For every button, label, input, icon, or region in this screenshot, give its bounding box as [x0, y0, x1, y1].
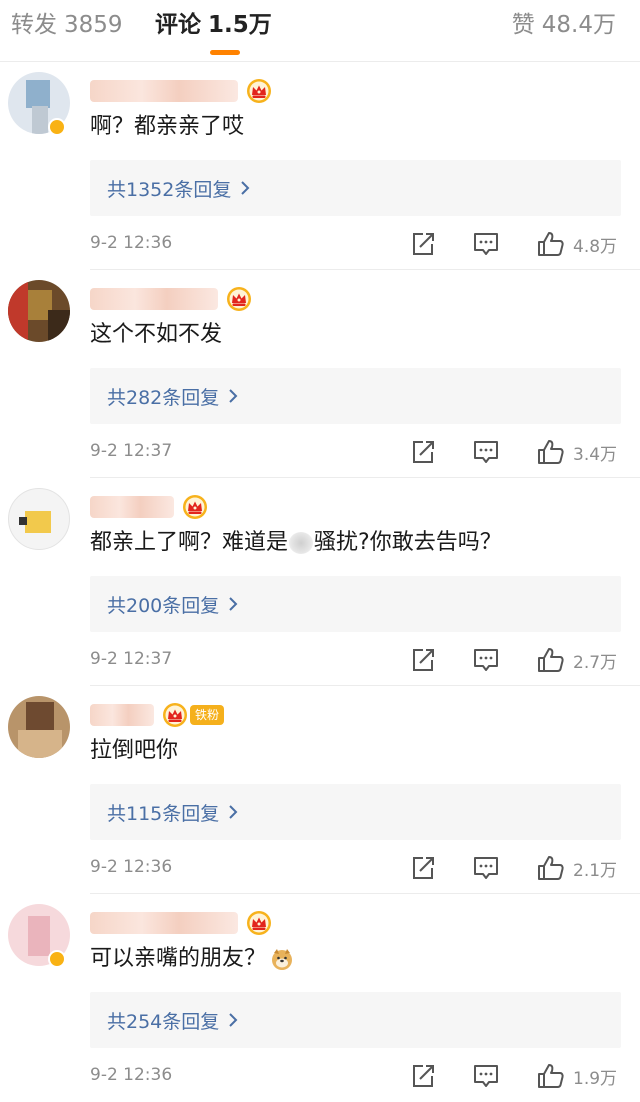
username-blurred	[90, 496, 174, 518]
replies-link[interactable]: 共115条回复	[90, 784, 621, 840]
verified-badge-icon	[48, 118, 66, 136]
like-count: 1.9万	[573, 1068, 618, 1089]
avatar[interactable]	[8, 488, 70, 550]
replies-link[interactable]: 共282条回复	[90, 368, 621, 424]
username-row[interactable]	[90, 908, 272, 938]
replies-count: 共200条回复	[107, 594, 220, 617]
replies-count: 共1352条回复	[107, 178, 232, 201]
like-count: 2.1万	[573, 860, 618, 881]
username-row[interactable]	[90, 492, 208, 522]
like-count: 3.4万	[573, 444, 618, 465]
replies-link[interactable]: 共254条回复	[90, 992, 621, 1048]
username-blurred	[90, 288, 218, 310]
crown-icon	[246, 910, 272, 936]
repost-icon[interactable]	[410, 1062, 436, 1090]
like-icon	[537, 855, 565, 881]
comment-text: 啊？都亲亲了哎	[90, 114, 245, 139]
comment-meta: 9-2 12:37 3.4万	[90, 438, 621, 468]
crown-icon	[226, 286, 252, 312]
comment-meta: 9-2 12:37 2.7万	[90, 646, 621, 676]
username-row[interactable]	[90, 284, 252, 314]
repost-icon[interactable]	[410, 854, 436, 882]
comment-text: 都亲上了啊？难道是 骚扰?你敢去告吗？	[90, 527, 502, 559]
tab-comment-count: 1.5万	[208, 12, 272, 38]
timestamp: 9-2 12:36	[90, 1065, 173, 1085]
fan-badge: 铁粉	[190, 705, 225, 725]
like-icon	[537, 439, 565, 465]
comment-tab-bar: 转发 3859 评论 1.5万 赞 48.4万	[0, 0, 640, 62]
repost-icon[interactable]	[410, 646, 436, 674]
chevron-right-icon	[239, 180, 251, 196]
comment-text-part-2: 骚扰?你敢去告吗？	[314, 530, 502, 555]
like-button[interactable]: 2.1万	[537, 854, 617, 882]
like-count: 2.7万	[573, 652, 618, 673]
tab-comment[interactable]: 评论 1.5万	[155, 10, 272, 40]
username-row[interactable]	[90, 76, 272, 106]
replies-link[interactable]: 共200条回复	[90, 576, 621, 632]
reply-icon[interactable]	[473, 646, 499, 674]
timestamp: 9-2 12:36	[90, 233, 173, 253]
replies-count: 共115条回复	[107, 802, 220, 825]
crown-icon	[182, 494, 208, 520]
reply-icon[interactable]	[473, 854, 499, 882]
like-icon	[537, 231, 565, 257]
timestamp: 9-2 12:36	[90, 857, 173, 877]
replies-count: 共254条回复	[107, 1010, 220, 1033]
reply-icon[interactable]	[473, 438, 499, 466]
comment-item: 都亲上了啊？难道是 骚扰?你敢去告吗？ 共200条回复 9-2 12:37 2.7…	[0, 478, 640, 686]
repost-icon[interactable]	[410, 438, 436, 466]
replies-count: 共282条回复	[107, 386, 220, 409]
like-icon	[537, 647, 565, 673]
comment-text: 可以亲嘴的朋友？	[90, 943, 294, 975]
tab-comment-label: 评论	[155, 12, 201, 38]
comment-meta: 9-2 12:36 4.8万	[90, 230, 621, 260]
comment-item: 可以亲嘴的朋友？ 共254条回复 9-2 12:36 1.9万	[0, 894, 640, 1102]
like-count: 4.8万	[573, 236, 618, 257]
doge-emoji-icon	[272, 949, 293, 970]
reply-icon[interactable]	[473, 1062, 499, 1090]
comment-meta: 9-2 12:36 1.9万	[90, 1062, 621, 1092]
comment-text-part-1: 都亲上了啊？难道是	[90, 530, 289, 555]
tab-like[interactable]: 赞 48.4万	[512, 10, 616, 40]
comment-meta: 9-2 12:36 2.1万	[90, 854, 621, 884]
comment-text: 拉倒吧你	[90, 738, 179, 763]
avatar[interactable]	[8, 696, 70, 758]
tab-like-label: 赞	[511, 12, 535, 38]
username-blurred	[90, 912, 238, 934]
like-button[interactable]: 1.9万	[537, 1062, 617, 1090]
timestamp: 9-2 12:37	[90, 441, 173, 461]
comment-text: 这个不如不发	[90, 322, 223, 347]
username-blurred	[90, 80, 238, 102]
censored-mark	[289, 532, 314, 554]
tab-like-count: 48.4万	[541, 12, 616, 38]
crown-icon	[162, 702, 188, 728]
chevron-right-icon	[227, 596, 239, 612]
like-button[interactable]: 3.4万	[537, 438, 617, 466]
repost-icon[interactable]	[410, 230, 436, 258]
comment-item: 这个不如不发 共282条回复 9-2 12:37 3.4万	[0, 270, 640, 478]
comment-item: 啊？都亲亲了哎 共1352条回复 9-2 12:36 4.8万	[0, 62, 640, 270]
active-tab-indicator	[210, 50, 240, 55]
verified-badge-icon	[48, 950, 66, 968]
replies-link[interactable]: 共1352条回复	[90, 160, 621, 216]
tab-repost-count: 3859	[64, 12, 123, 38]
like-button[interactable]: 4.8万	[537, 230, 617, 258]
crown-icon	[246, 78, 272, 104]
comment-text-main: 可以亲嘴的朋友？	[90, 946, 267, 971]
like-button[interactable]: 2.7万	[537, 646, 617, 674]
reply-icon[interactable]	[473, 230, 499, 258]
tab-repost-label: 转发	[11, 12, 57, 38]
chevron-right-icon	[227, 804, 239, 820]
chevron-right-icon	[227, 1012, 239, 1028]
comment-item: 铁粉 拉倒吧你 共115条回复 9-2 12:36 2.1万	[0, 686, 640, 894]
username-row[interactable]: 铁粉	[90, 700, 225, 730]
like-icon	[537, 1063, 565, 1089]
tab-repost[interactable]: 转发 3859	[11, 10, 123, 40]
username-blurred	[90, 704, 154, 726]
avatar[interactable]	[8, 280, 70, 342]
chevron-right-icon	[227, 388, 239, 404]
timestamp: 9-2 12:37	[90, 649, 173, 669]
